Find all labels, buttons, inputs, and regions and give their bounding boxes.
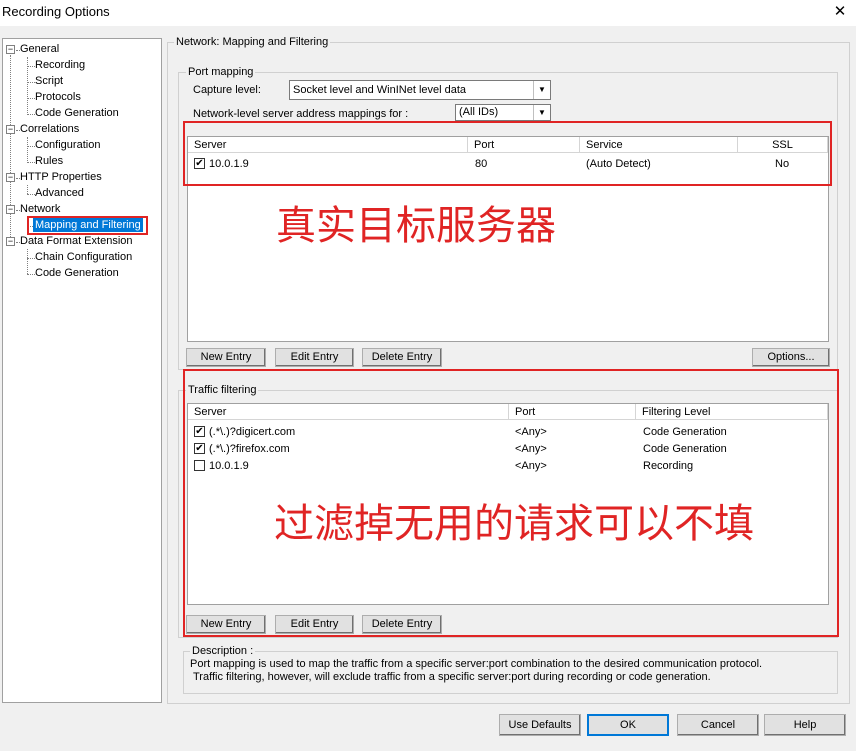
- tree-item-general[interactable]: General: [20, 42, 59, 56]
- capture-level-select[interactable]: Socket level and WinINet level data ▼: [289, 80, 551, 100]
- help-button[interactable]: Help: [764, 714, 846, 736]
- annotation-text-top: 真实目标服务器: [276, 203, 556, 249]
- edit-entry-button[interactable]: Edit Entry: [275, 615, 354, 634]
- description-title: Description :: [190, 645, 256, 657]
- new-entry-button[interactable]: New Entry: [186, 615, 266, 634]
- tree-item-code-generation-2[interactable]: Code Generation: [35, 266, 119, 280]
- tree-item-configuration[interactable]: Configuration: [35, 138, 100, 152]
- address-mapping-value: (All IDs): [459, 106, 499, 118]
- collapse-icon[interactable]: −: [6, 125, 15, 134]
- chevron-down-icon: ▼: [533, 105, 550, 120]
- tree-item-data-format-extension[interactable]: Data Format Extension: [20, 234, 133, 248]
- title-bar: Recording Options ✕: [0, 0, 856, 26]
- tree-item-advanced[interactable]: Advanced: [35, 186, 84, 200]
- delete-entry-button[interactable]: Delete Entry: [362, 615, 442, 634]
- collapse-icon[interactable]: −: [6, 45, 15, 54]
- collapse-icon[interactable]: −: [6, 173, 15, 182]
- collapse-icon[interactable]: −: [6, 237, 15, 246]
- cancel-button[interactable]: Cancel: [677, 714, 759, 736]
- close-icon[interactable]: ✕: [830, 2, 850, 22]
- tree-item-rules[interactable]: Rules: [35, 154, 63, 168]
- annotation-box-top: [183, 121, 832, 186]
- tree-item-protocols[interactable]: Protocols: [35, 90, 81, 104]
- capture-level-value: Socket level and WinINet level data: [293, 84, 467, 96]
- tree-item-http-properties[interactable]: HTTP Properties: [20, 170, 102, 184]
- tree-item-script[interactable]: Script: [35, 74, 63, 88]
- use-defaults-button[interactable]: Use Defaults: [499, 714, 581, 736]
- options-button[interactable]: Options...: [752, 348, 830, 367]
- new-entry-button[interactable]: New Entry: [186, 348, 266, 367]
- window-title: Recording Options: [2, 4, 110, 19]
- address-mapping-label: Network-level server address mappings fo…: [193, 108, 409, 120]
- port-mapping-title: Port mapping: [186, 66, 256, 78]
- tree-item-code-generation[interactable]: Code Generation: [35, 106, 119, 120]
- description-line-2: Traffic filtering, however, will exclude…: [193, 671, 711, 683]
- ok-button[interactable]: OK: [587, 714, 669, 736]
- tree-item-chain-configuration[interactable]: Chain Configuration: [35, 250, 132, 264]
- tree-item-network[interactable]: Network: [20, 202, 60, 216]
- address-mapping-select[interactable]: (All IDs) ▼: [455, 104, 551, 121]
- annotation-text-bottom: 过滤掉无用的请求可以不填: [274, 501, 754, 547]
- tree-item-correlations[interactable]: Correlations: [20, 122, 79, 136]
- highlight-box: [27, 216, 148, 235]
- chevron-down-icon: ▼: [533, 81, 550, 99]
- collapse-icon[interactable]: −: [6, 205, 15, 214]
- edit-entry-button[interactable]: Edit Entry: [275, 348, 354, 367]
- capture-level-label: Capture level:: [193, 84, 261, 96]
- panel-title: Network: Mapping and Filtering: [174, 36, 331, 48]
- options-tree: − General Recording Script Protocols Cod…: [2, 38, 162, 703]
- tree-item-recording[interactable]: Recording: [35, 58, 85, 72]
- delete-entry-button[interactable]: Delete Entry: [362, 348, 442, 367]
- description-line-1: Port mapping is used to map the traffic …: [190, 658, 763, 670]
